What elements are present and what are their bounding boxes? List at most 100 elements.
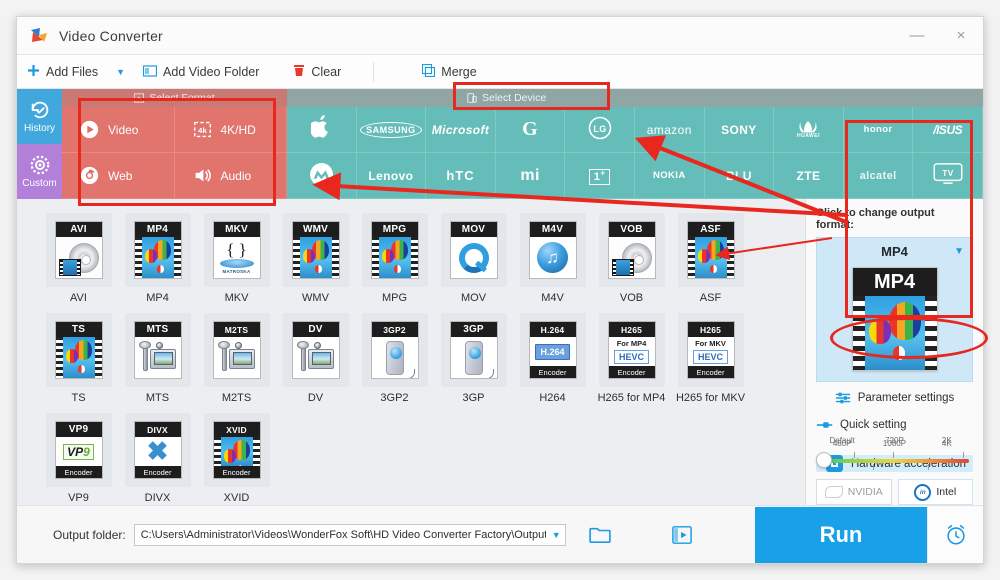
output-folder-input[interactable]: C:\Users\Administrator\Videos\WonderFox … — [133, 523, 566, 546]
nvidia-icon — [824, 486, 843, 498]
format-tile[interactable]: H.264 H.264 Encoder H264 — [513, 313, 592, 413]
device-brand-label: 1+ — [588, 168, 611, 185]
select-device-header[interactable]: Select Device — [287, 89, 983, 107]
format-tile[interactable]: DIVX ✖ Encoder DIVX — [118, 413, 197, 505]
add-files-button[interactable]: Add Files — [17, 55, 108, 88]
device-brand-amazon[interactable]: amazon — [634, 107, 705, 153]
output-format-box[interactable]: MP4 ▼ MP4 — [816, 237, 973, 382]
device-brand-sony[interactable]: SONY — [704, 107, 775, 153]
format-icon-cap: DIVX — [134, 422, 181, 437]
slider-track[interactable] — [822, 452, 969, 470]
open-output-video-button[interactable] — [662, 525, 702, 545]
minimize-button[interactable]: — — [895, 17, 939, 54]
slider-bottom-label-0: Default — [829, 436, 855, 445]
format-tile[interactable]: 3GP 3GP — [434, 313, 513, 413]
device-brand-oneplus[interactable]: 1+ — [565, 153, 635, 199]
sidebar-item-history[interactable]: History — [17, 89, 62, 144]
chevron-down-icon[interactable]: ▼ — [954, 246, 964, 257]
format-tile-label: MKV — [224, 292, 249, 304]
device-brand-honor[interactable]: honor — [843, 107, 914, 153]
format-tile-icon-box: MP4 — [124, 213, 191, 287]
device-brand-microsoft[interactable]: Microsoft — [426, 107, 496, 153]
device-brand-nokia[interactable]: NOKIA — [634, 153, 705, 199]
format-tile-label: WMV — [302, 292, 329, 304]
format-icon-cap: MPG — [371, 222, 418, 237]
gpu-nvidia-button[interactable]: NVIDIA — [816, 479, 892, 505]
device-brand-zte[interactable]: ZTE — [774, 153, 844, 199]
device-brand-lenovo[interactable]: Lenovo — [356, 153, 427, 199]
device-brand-tv[interactable]: TV — [913, 153, 983, 199]
format-tile[interactable]: MPG MPG — [355, 213, 434, 313]
format-tile[interactable]: VP9 VP9 Encoder VP9 — [39, 413, 118, 505]
clear-button[interactable]: Clear — [283, 55, 351, 88]
quality-slider[interactable]: 480P 1080P 4K Default 720P 2K — [816, 436, 973, 470]
format-icon-cap: 3GP2 — [371, 322, 418, 337]
category-audio[interactable]: Audio — [174, 153, 287, 199]
merge-label: Merge — [441, 64, 477, 79]
quick-setting-icon — [816, 422, 833, 428]
device-brand-apple[interactable] — [287, 107, 357, 153]
add-video-folder-label: Add Video Folder — [163, 64, 260, 79]
device-brand-xiaomi[interactable]: mi — [495, 153, 566, 199]
run-button[interactable]: Run — [755, 506, 927, 563]
format-tile[interactable]: MOV MOV — [434, 213, 513, 313]
history-icon — [31, 101, 48, 119]
format-tile[interactable]: H265 For MP4 HEVC Encoder H265 for MP4 — [592, 313, 671, 413]
format-icon-cap: MKV — [213, 222, 260, 237]
format-tile[interactable]: VOB VOB — [592, 213, 671, 313]
device-brand-samsung[interactable]: SAMSUNG — [356, 107, 427, 153]
hardware-acceleration-button[interactable]: Hardware acceleration — [816, 455, 973, 472]
format-tile[interactable]: M2TS M2TS — [197, 313, 276, 413]
quick-setting-row[interactable]: Quick setting — [816, 419, 973, 431]
format-tile[interactable]: MTS MTS — [118, 313, 197, 413]
merge-button[interactable]: Merge — [412, 55, 486, 88]
output-folder-label: Output folder: — [53, 527, 126, 542]
format-tile[interactable]: H265 For MKV HEVC Encoder H265 for MKV — [671, 313, 750, 413]
device-brand-htc[interactable]: hTC — [426, 153, 496, 199]
format-tile[interactable]: ASF ASF — [671, 213, 750, 313]
device-header-icon — [467, 93, 477, 103]
output-folder-caret-icon[interactable]: ▼ — [546, 530, 561, 540]
sidebar-item-custom[interactable]: Custom — [17, 144, 62, 199]
device-brand-huawei[interactable]: HUAWEI — [774, 107, 844, 153]
format-tile-icon-box: DIVX ✖ Encoder — [124, 413, 191, 487]
parameter-settings-button[interactable]: Parameter settings — [816, 391, 973, 405]
app-title: Video Converter — [59, 27, 163, 44]
format-tile[interactable]: MP4 MP4 — [118, 213, 197, 313]
format-tile-label: TS — [71, 392, 86, 404]
add-files-dropdown-caret[interactable]: ▼ — [108, 67, 133, 77]
add-video-folder-button[interactable]: Add Video Folder — [133, 55, 269, 88]
device-brand-blu[interactable]: BLU — [704, 153, 775, 199]
device-brand-asus[interactable]: /ISUS — [913, 107, 983, 153]
format-file-icon: MP4 — [133, 221, 182, 279]
format-tile[interactable]: DV DV — [276, 313, 355, 413]
format-file-icon: DV — [291, 321, 340, 379]
format-tile[interactable]: XVID Encoder XVID — [197, 413, 276, 505]
open-folder-button[interactable] — [580, 526, 620, 544]
format-tile[interactable]: MKV{ } MATROSKA MKV — [197, 213, 276, 313]
category-web[interactable]: Web — [62, 153, 175, 199]
format-tile[interactable]: M4V ♫ M4V — [513, 213, 592, 313]
format-file-icon: 3GP2 — [370, 321, 419, 379]
select-format-header[interactable]: Select Format — [62, 89, 287, 107]
category-audio-label: Audio — [220, 168, 252, 183]
device-brand-alcatel[interactable]: alcatel — [843, 153, 914, 199]
format-tile[interactable]: 3GP2 3GP2 — [355, 313, 434, 413]
device-brand-label: ZTE — [796, 168, 821, 183]
format-tile[interactable]: WMV WMV — [276, 213, 355, 313]
format-icon-artwork — [371, 337, 418, 378]
device-brand-google[interactable]: G — [495, 107, 566, 153]
format-icon-artwork: VP9 — [55, 437, 102, 466]
output-preview-cap: MP4 — [852, 268, 937, 296]
format-tile[interactable]: TS TS — [39, 313, 118, 413]
slider-knob[interactable] — [816, 452, 832, 468]
format-tile[interactable]: AVI AVI — [39, 213, 118, 313]
schedule-button[interactable] — [927, 506, 983, 563]
gpu-intel-button[interactable]: in Intel — [897, 479, 973, 505]
category-4khd[interactable]: 4k 4K/HD — [174, 107, 287, 153]
device-brand-motorola[interactable] — [287, 153, 357, 199]
category-video[interactable]: Video — [62, 107, 175, 153]
device-brand-lg[interactable]: LG — [565, 107, 635, 153]
format-tile-icon-box: M2TS — [203, 313, 270, 387]
close-button[interactable]: × — [939, 17, 983, 54]
